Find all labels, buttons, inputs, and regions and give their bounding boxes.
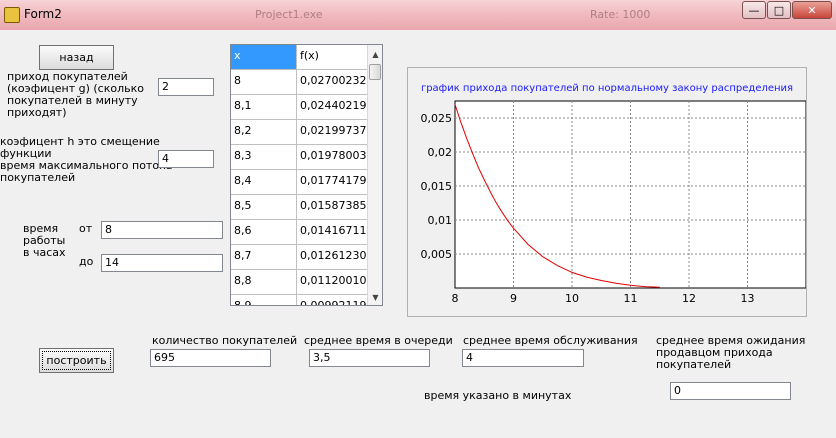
table-row[interactable]: 8,2 0,021997374: [231, 120, 367, 145]
table-scrollbar[interactable]: ▲ ▼: [367, 45, 382, 305]
table-cell-x[interactable]: 8,3: [231, 145, 297, 170]
table-row[interactable]: 8,9 0,009921192: [231, 295, 367, 305]
table-header: x f(x): [231, 45, 367, 70]
service-time-input[interactable]: 4: [462, 349, 584, 367]
table-row[interactable]: 8,7 0,012612307: [231, 245, 367, 270]
column-header-fx[interactable]: f(x): [297, 45, 367, 70]
x-tick-label: 10: [565, 292, 579, 305]
y-tick-label: 0,01: [428, 214, 453, 227]
y-tick-label: 0,015: [421, 180, 453, 193]
table-cell-fx[interactable]: 0,009921192: [297, 295, 367, 305]
from-label: от: [79, 222, 93, 235]
service-time-label: среднее время обслуживания: [463, 334, 638, 347]
x-tick-label: 11: [624, 292, 638, 305]
table-cell-fx[interactable]: 0,019780035: [297, 145, 367, 170]
queue-time-label: среднее время в очереди: [304, 334, 453, 347]
y-tick-label: 0,005: [421, 248, 453, 261]
shift-coefficient-input[interactable]: 4: [158, 150, 214, 168]
table-cell-fx[interactable]: 0,012612307: [297, 245, 367, 270]
arrival-rate-input[interactable]: 2: [158, 78, 214, 96]
table-cell-x[interactable]: 8,7: [231, 245, 297, 270]
table-cell-fx[interactable]: 0,021997374: [297, 120, 367, 145]
work-to-input[interactable]: 14: [101, 254, 223, 272]
maximize-button[interactable]: □: [767, 1, 791, 19]
close-button[interactable]: ✕: [792, 1, 832, 19]
table-row[interactable]: 8 0,027002328: [231, 70, 367, 95]
scroll-thumb[interactable]: [369, 64, 381, 80]
arrival-rate-label: приход покупателей (коэфицент g) (скольк…: [7, 70, 144, 119]
distribution-chart: график прихода покупателей по нормальном…: [421, 83, 807, 305]
y-tick-label: 0,025: [421, 112, 453, 125]
table-row[interactable]: 8,4 0,017741794: [231, 170, 367, 195]
table-cell-x[interactable]: 8,2: [231, 120, 297, 145]
x-tick-label: 13: [741, 292, 755, 305]
work-time-label: время работы в часах: [23, 222, 66, 259]
minimize-button[interactable]: —: [742, 1, 766, 19]
table-cell-x[interactable]: 8,1: [231, 95, 297, 120]
seller-wait-label: среднее время ожидания продавцом прихода…: [656, 334, 806, 371]
build-button[interactable]: построить: [39, 348, 114, 373]
table-cell-x[interactable]: 8,8: [231, 270, 297, 295]
queue-time-input[interactable]: 3,5: [309, 349, 430, 367]
table-row[interactable]: 8,3 0,019780035: [231, 145, 367, 170]
column-header-x[interactable]: x: [231, 45, 297, 70]
customers-count-label: количество покупателей: [152, 334, 298, 347]
title-bar: Form2 Project1.exe Rate: 1000 — □ ✕: [0, 0, 836, 30]
seller-wait-input[interactable]: 0: [670, 382, 791, 400]
scroll-up-arrow-icon[interactable]: ▲: [368, 47, 382, 62]
table-cell-fx[interactable]: 0,027002328: [297, 70, 367, 95]
table-cell-fx[interactable]: 0,011200104: [297, 270, 367, 295]
x-tick-label: 8: [452, 292, 459, 305]
chart-panel: график прихода покупателей по нормальном…: [407, 67, 807, 317]
table-cell-x[interactable]: 8,5: [231, 195, 297, 220]
table-cell-x[interactable]: 8,4: [231, 170, 297, 195]
x-tick-label: 9: [510, 292, 517, 305]
background-window-title: Project1.exe: [255, 8, 323, 21]
values-table[interactable]: x f(x) 8 0,027002328 8,1 0,024402195 8,2 0,…: [230, 44, 383, 306]
y-tick-label: 0,02: [428, 146, 453, 159]
to-label: до: [79, 255, 94, 268]
table-cell-fx[interactable]: 0,015873850: [297, 195, 367, 220]
back-button[interactable]: назад: [39, 45, 114, 70]
customers-count-input[interactable]: 695: [150, 349, 271, 367]
table-cell-x[interactable]: 8: [231, 70, 297, 95]
table-row[interactable]: 8,5 0,015873850: [231, 195, 367, 220]
table-row[interactable]: 8,6 0,014167110: [231, 220, 367, 245]
work-from-input[interactable]: 8: [101, 221, 223, 239]
units-note: время указано в минутах: [424, 389, 572, 402]
chart-title: график прихода покупателей по нормальном…: [421, 83, 793, 94]
scroll-down-arrow-icon[interactable]: ▼: [368, 290, 382, 305]
table-row[interactable]: 8,8 0,011200104: [231, 270, 367, 295]
app-icon: [4, 7, 20, 23]
table-cell-fx[interactable]: 0,024402195: [297, 95, 367, 120]
table-cell-x[interactable]: 8,6: [231, 220, 297, 245]
table-cell-fx[interactable]: 0,017741794: [297, 170, 367, 195]
background-window-status: Rate: 1000: [590, 8, 651, 21]
window-title: Form2: [24, 7, 62, 21]
x-tick-label: 12: [682, 292, 696, 305]
table-cell-x[interactable]: 8,9: [231, 295, 297, 305]
table-cell-fx[interactable]: 0,014167110: [297, 220, 367, 245]
table-row[interactable]: 8,1 0,024402195: [231, 95, 367, 120]
